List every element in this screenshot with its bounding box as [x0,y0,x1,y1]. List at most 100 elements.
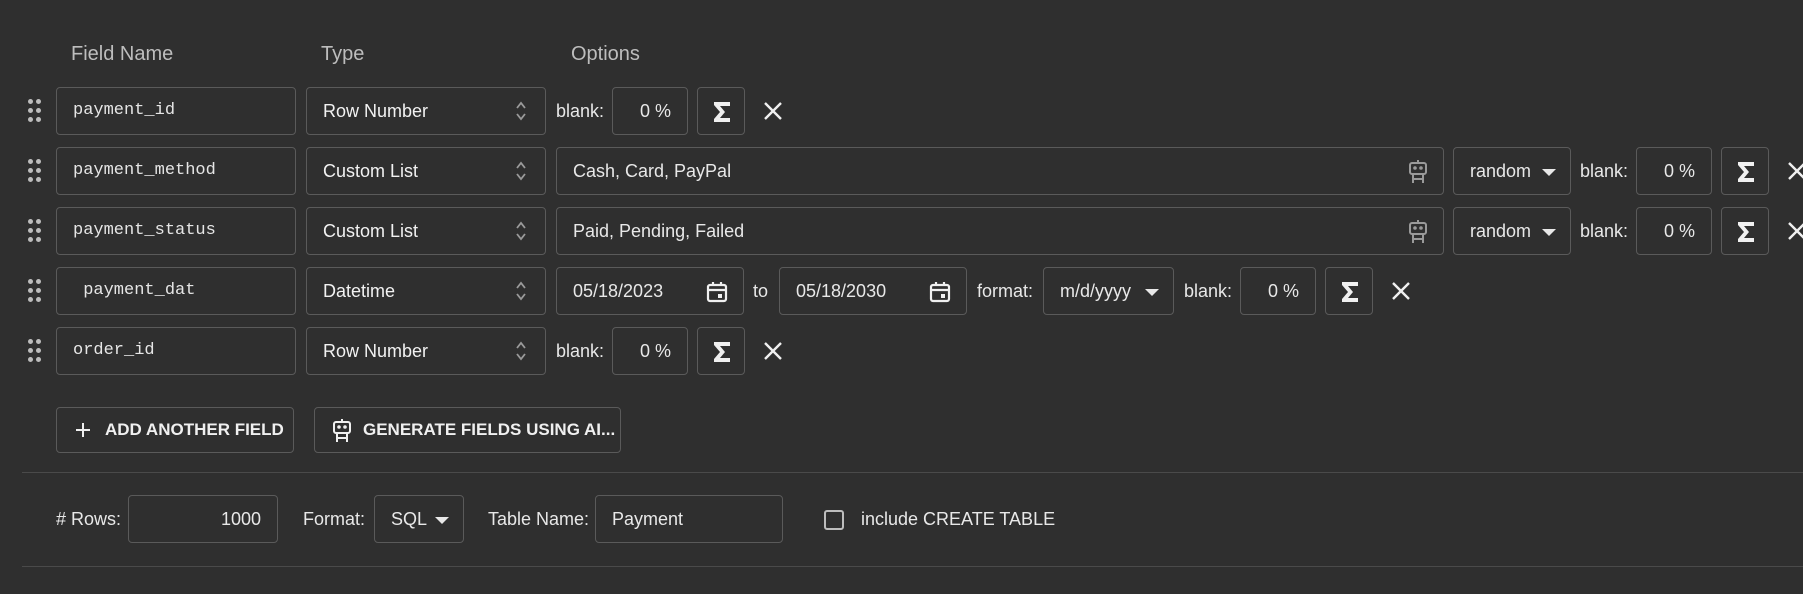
order-select[interactable]: random [1453,147,1571,195]
drag-handle-icon[interactable] [28,159,42,183]
field-name-input[interactable]: payment_method [56,147,296,195]
blank-percent-input[interactable]: 0 % [612,327,688,375]
close-icon[interactable] [761,339,785,363]
formula-button[interactable] [1325,267,1373,315]
field-row: order_id Row Number blank: 0 % [0,327,1803,377]
sigma-icon [1738,162,1754,182]
header-type: Type [321,43,365,65]
format-select[interactable]: SQL [374,495,464,543]
table-name-input[interactable]: Payment [595,495,783,543]
field-type-select[interactable]: Datetime [306,267,546,315]
field-type-select[interactable]: Custom List [306,147,546,195]
formula-button[interactable] [697,87,745,135]
custom-list-values: Paid, Pending, Failed [573,221,745,241]
format-label: format: [977,281,1034,301]
sigma-icon [1738,222,1754,242]
formula-button[interactable] [1721,147,1769,195]
field-row: payment_dat Datetime 05/18/2023 to 05/18… [0,267,1803,317]
field-name-input[interactable]: payment_dat [56,267,296,315]
up-down-chevron-icon [516,221,526,241]
chevron-down-icon [1542,169,1556,176]
plus-icon [76,423,90,437]
up-down-chevron-icon [516,341,526,361]
chevron-down-icon [1145,289,1159,296]
up-down-chevron-icon [516,161,526,181]
field-type-select[interactable]: Custom List [306,207,546,255]
field-type-select[interactable]: Row Number [306,87,546,135]
generate-ai-label: GENERATE FIELDS USING AI... [363,420,616,439]
generate-ai-button[interactable]: GENERATE FIELDS USING AI... [314,407,621,453]
rows-input[interactable]: 1000 [128,495,278,543]
up-down-chevron-icon [516,281,526,301]
header-field-name: Field Name [71,43,174,65]
divider [22,472,1803,473]
field-type-label: Row Number [323,101,429,121]
order-value: random [1470,221,1532,241]
drag-handle-icon[interactable] [28,279,42,303]
drag-handle-icon[interactable] [28,99,42,123]
up-down-chevron-icon [516,101,526,121]
format-label: Format: [303,509,366,529]
close-icon[interactable] [1785,159,1803,183]
order-value: random [1470,161,1532,181]
custom-list-values: Cash, Card, PayPal [573,161,732,181]
field-name-input[interactable]: order_id [56,327,296,375]
blank-label: blank: [556,341,605,361]
custom-list-values-input[interactable]: Paid, Pending, Failed [556,207,1444,255]
field-name-input[interactable]: payment_id [56,87,296,135]
robot-icon [333,419,351,442]
blank-label: blank: [1580,161,1629,181]
drag-handle-icon[interactable] [28,219,42,243]
create-table-label[interactable]: include CREATE TABLE [861,495,1055,543]
field-name-input[interactable]: payment_status [56,207,296,255]
order-select[interactable]: random [1453,207,1571,255]
blank-percent-input[interactable]: 0 % [612,87,688,135]
calendar-icon[interactable] [928,280,952,304]
create-table-checkbox[interactable] [824,510,844,530]
field-type-label: Custom List [323,221,419,241]
date-from-input[interactable]: 05/18/2023 [556,267,744,315]
table-name-value: Payment [612,509,684,529]
table-name-label: Table Name: [488,509,590,529]
robot-icon[interactable] [1407,159,1429,185]
formula-button[interactable] [1721,207,1769,255]
add-field-button[interactable]: ADD ANOTHER FIELD [56,407,294,453]
date-to-value: 05/18/2030 [796,281,887,301]
field-type-label: Custom List [323,161,419,181]
blank-label: blank: [556,101,605,121]
divider [22,566,1803,567]
close-icon[interactable] [1785,219,1803,243]
calendar-icon[interactable] [705,280,729,304]
field-row: payment_status Custom List Paid, Pending… [0,207,1803,257]
field-type-select[interactable]: Row Number [306,327,546,375]
chevron-down-icon [1542,229,1556,236]
drag-handle-icon[interactable] [28,339,42,363]
robot-icon[interactable] [1407,219,1429,245]
rows-label: # Rows: [56,509,122,529]
blank-label: blank: [1580,221,1629,241]
close-icon[interactable] [761,99,785,123]
sigma-icon [714,342,730,362]
sigma-icon [1342,282,1358,302]
blank-percent-input[interactable]: 0 % [1636,207,1712,255]
to-label: to [753,281,769,301]
field-type-label: Datetime [323,281,396,301]
sigma-icon [714,102,730,122]
date-format-select[interactable]: m/d/yyyy [1043,267,1174,315]
field-row: payment_id Row Number blank: 0 % [0,87,1803,137]
add-field-label: ADD ANOTHER FIELD [105,420,284,439]
blank-label: blank: [1184,281,1233,301]
header-options: Options [571,43,640,65]
date-from-value: 05/18/2023 [573,281,664,301]
blank-percent-input[interactable]: 0 % [1636,147,1712,195]
custom-list-values-input[interactable]: Cash, Card, PayPal [556,147,1444,195]
date-format-value: m/d/yyyy [1060,281,1132,301]
formula-button[interactable] [697,327,745,375]
field-type-label: Row Number [323,341,429,361]
blank-percent-input[interactable]: 0 % [1240,267,1316,315]
close-icon[interactable] [1389,279,1413,303]
date-to-input[interactable]: 05/18/2030 [779,267,967,315]
format-value: SQL [391,509,428,529]
chevron-down-icon [435,517,449,524]
field-row: payment_method Custom List Cash, Card, P… [0,147,1803,197]
